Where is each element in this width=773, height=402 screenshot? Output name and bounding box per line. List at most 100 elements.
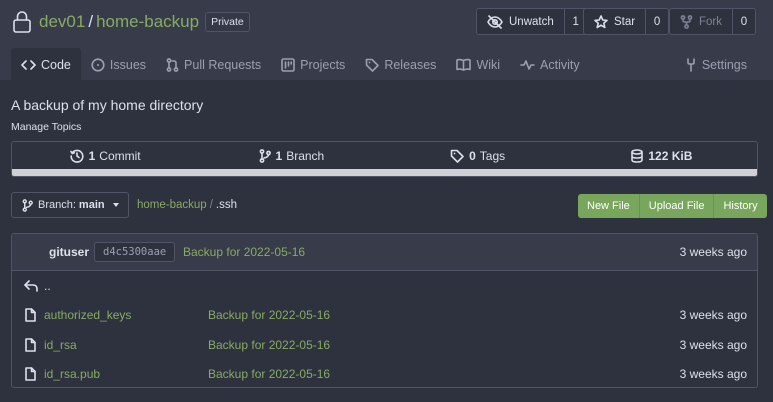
branches-label: Branch	[286, 149, 325, 163]
repo-title: dev01 / home-backup Private	[11, 9, 250, 35]
breadcrumb-current: .ssh	[215, 199, 237, 211]
branches-stat[interactable]: 1 Branch	[198, 142, 384, 170]
tags-count: 0	[469, 149, 476, 163]
size-stat: 122 KiB	[571, 142, 757, 170]
history-icon	[69, 149, 89, 163]
tags-stat[interactable]: 0 Tags	[385, 142, 571, 170]
file-commit-message[interactable]: Backup for 2022-05-16	[208, 367, 330, 381]
tab-projects[interactable]: Projects	[271, 48, 355, 81]
commit-message[interactable]: Backup for 2022-05-16	[183, 245, 305, 259]
file-icon	[24, 308, 36, 323]
pulse-icon	[520, 59, 540, 71]
commits-label: Commit	[99, 149, 141, 163]
breadcrumb: home-backup / .ssh	[137, 199, 237, 211]
manage-topics-link[interactable]: Manage Topics	[11, 121, 81, 133]
file-icon	[24, 367, 36, 382]
tab-issues-label: Issues	[109, 57, 147, 72]
file-name-link[interactable]: id_rsa	[44, 338, 77, 352]
commit-author[interactable]: gituser	[49, 245, 89, 259]
star-count[interactable]: 0	[646, 9, 668, 34]
repo-size: 122 KiB	[648, 149, 693, 163]
repo-stats-bar: 1 Commit 1 Branch 0 Tags 122 KiB	[11, 141, 758, 177]
file-icon	[24, 337, 36, 352]
parent-directory-row[interactable]: ..	[12, 271, 757, 301]
tab-code[interactable]: Code	[11, 48, 81, 81]
lock-icon	[11, 10, 33, 34]
issue-icon	[91, 57, 110, 72]
breadcrumb-root[interactable]: home-backup	[137, 199, 207, 211]
file-commit-message[interactable]: Backup for 2022-05-16	[208, 308, 330, 322]
commits-count: 1	[88, 149, 96, 163]
file-name-link[interactable]: authorized_keys	[44, 308, 131, 322]
star-button[interactable]: Star	[584, 9, 647, 34]
fork-button[interactable]: Fork	[670, 9, 733, 34]
fork-count[interactable]: 0	[733, 9, 755, 34]
branches-count: 1	[275, 149, 283, 163]
tab-projects-label: Projects	[300, 57, 346, 72]
tab-releases[interactable]: Releases	[355, 48, 446, 81]
file-actions: New File Upload File History	[578, 194, 767, 218]
tag-icon	[450, 149, 469, 163]
unwatch-button[interactable]: Unwatch	[477, 9, 565, 34]
pull-request-icon	[166, 57, 184, 72]
repo-name-link[interactable]: home-backup	[96, 12, 199, 32]
history-button[interactable]: History	[714, 194, 767, 218]
repo-header: dev01 / home-backup Private Unwatch 1 St…	[0, 0, 773, 81]
tab-settings[interactable]: Settings	[685, 48, 747, 81]
code-icon	[21, 59, 41, 71]
title-separator: /	[88, 12, 94, 31]
book-icon	[456, 58, 476, 71]
tab-wiki-label: Wiki	[476, 57, 501, 72]
tab-pull-requests[interactable]: Pull Requests	[156, 48, 271, 81]
branch-selector[interactable]: Branch: main	[11, 192, 129, 218]
star-label: Star	[614, 15, 636, 28]
breadcrumb-separator: /	[209, 199, 213, 211]
tab-releases-label: Releases	[384, 57, 437, 72]
tab-settings-label: Settings	[701, 57, 747, 72]
file-row: authorized_keys Backup for 2022-05-16 3 …	[12, 301, 757, 331]
tab-activity[interactable]: Activity	[510, 48, 590, 81]
new-file-button[interactable]: New File	[578, 194, 640, 218]
commits-stat[interactable]: 1 Commit	[12, 142, 198, 170]
unwatch-label: Unwatch	[509, 15, 554, 28]
file-row: id_rsa Backup for 2022-05-16 3 weeks ago	[12, 330, 757, 360]
fork-icon	[680, 14, 699, 29]
commit-sha[interactable]: d4c5300aae	[94, 242, 176, 262]
visibility-badge: Private	[205, 12, 250, 32]
repo-description: A backup of my home directory	[11, 97, 204, 113]
fork-group: Fork 0	[669, 8, 756, 35]
reply-arrow-icon	[24, 279, 38, 292]
eye-slash-icon	[487, 14, 509, 29]
tab-code-label: Code	[41, 57, 71, 72]
language-bar[interactable]	[12, 169, 757, 176]
commit-age: 3 weeks ago	[679, 245, 747, 259]
tab-issues[interactable]: Issues	[81, 48, 156, 81]
parent-directory-link[interactable]: ..	[44, 279, 51, 293]
upload-file-button[interactable]: Upload File	[639, 194, 715, 218]
tab-pull-requests-label: Pull Requests	[184, 57, 262, 72]
fork-label: Fork	[699, 15, 722, 28]
repo-tabs: Code Issues Pull Requests Projects Relea…	[11, 48, 590, 81]
tab-wiki[interactable]: Wiki	[446, 48, 510, 81]
star-icon	[594, 14, 614, 29]
file-row: id_rsa.pub Backup for 2022-05-16 3 weeks…	[12, 360, 757, 388]
file-name-link[interactable]: id_rsa.pub	[44, 367, 100, 381]
file-commit-message[interactable]: Backup for 2022-05-16	[208, 338, 330, 352]
branch-icon	[259, 149, 276, 163]
tag-icon	[365, 58, 384, 72]
tab-activity-label: Activity	[540, 57, 580, 72]
file-age: 3 weeks ago	[679, 308, 747, 323]
chevron-down-icon	[112, 203, 119, 207]
file-table: gituser d4c5300aae Backup for 2022-05-16…	[11, 233, 758, 388]
file-age: 3 weeks ago	[679, 337, 747, 352]
branch-name: main	[78, 199, 105, 211]
star-group: Star 0	[583, 8, 670, 35]
file-age: 3 weeks ago	[679, 367, 747, 382]
tags-label: Tags	[479, 149, 506, 163]
watch-group: Unwatch 1	[476, 8, 588, 35]
repo-owner-link[interactable]: dev01	[39, 12, 85, 32]
branch-icon	[22, 198, 38, 212]
branch-prefix: Branch:	[38, 199, 76, 211]
latest-commit-row: gituser d4c5300aae Backup for 2022-05-16…	[12, 234, 757, 271]
database-icon	[631, 149, 648, 163]
